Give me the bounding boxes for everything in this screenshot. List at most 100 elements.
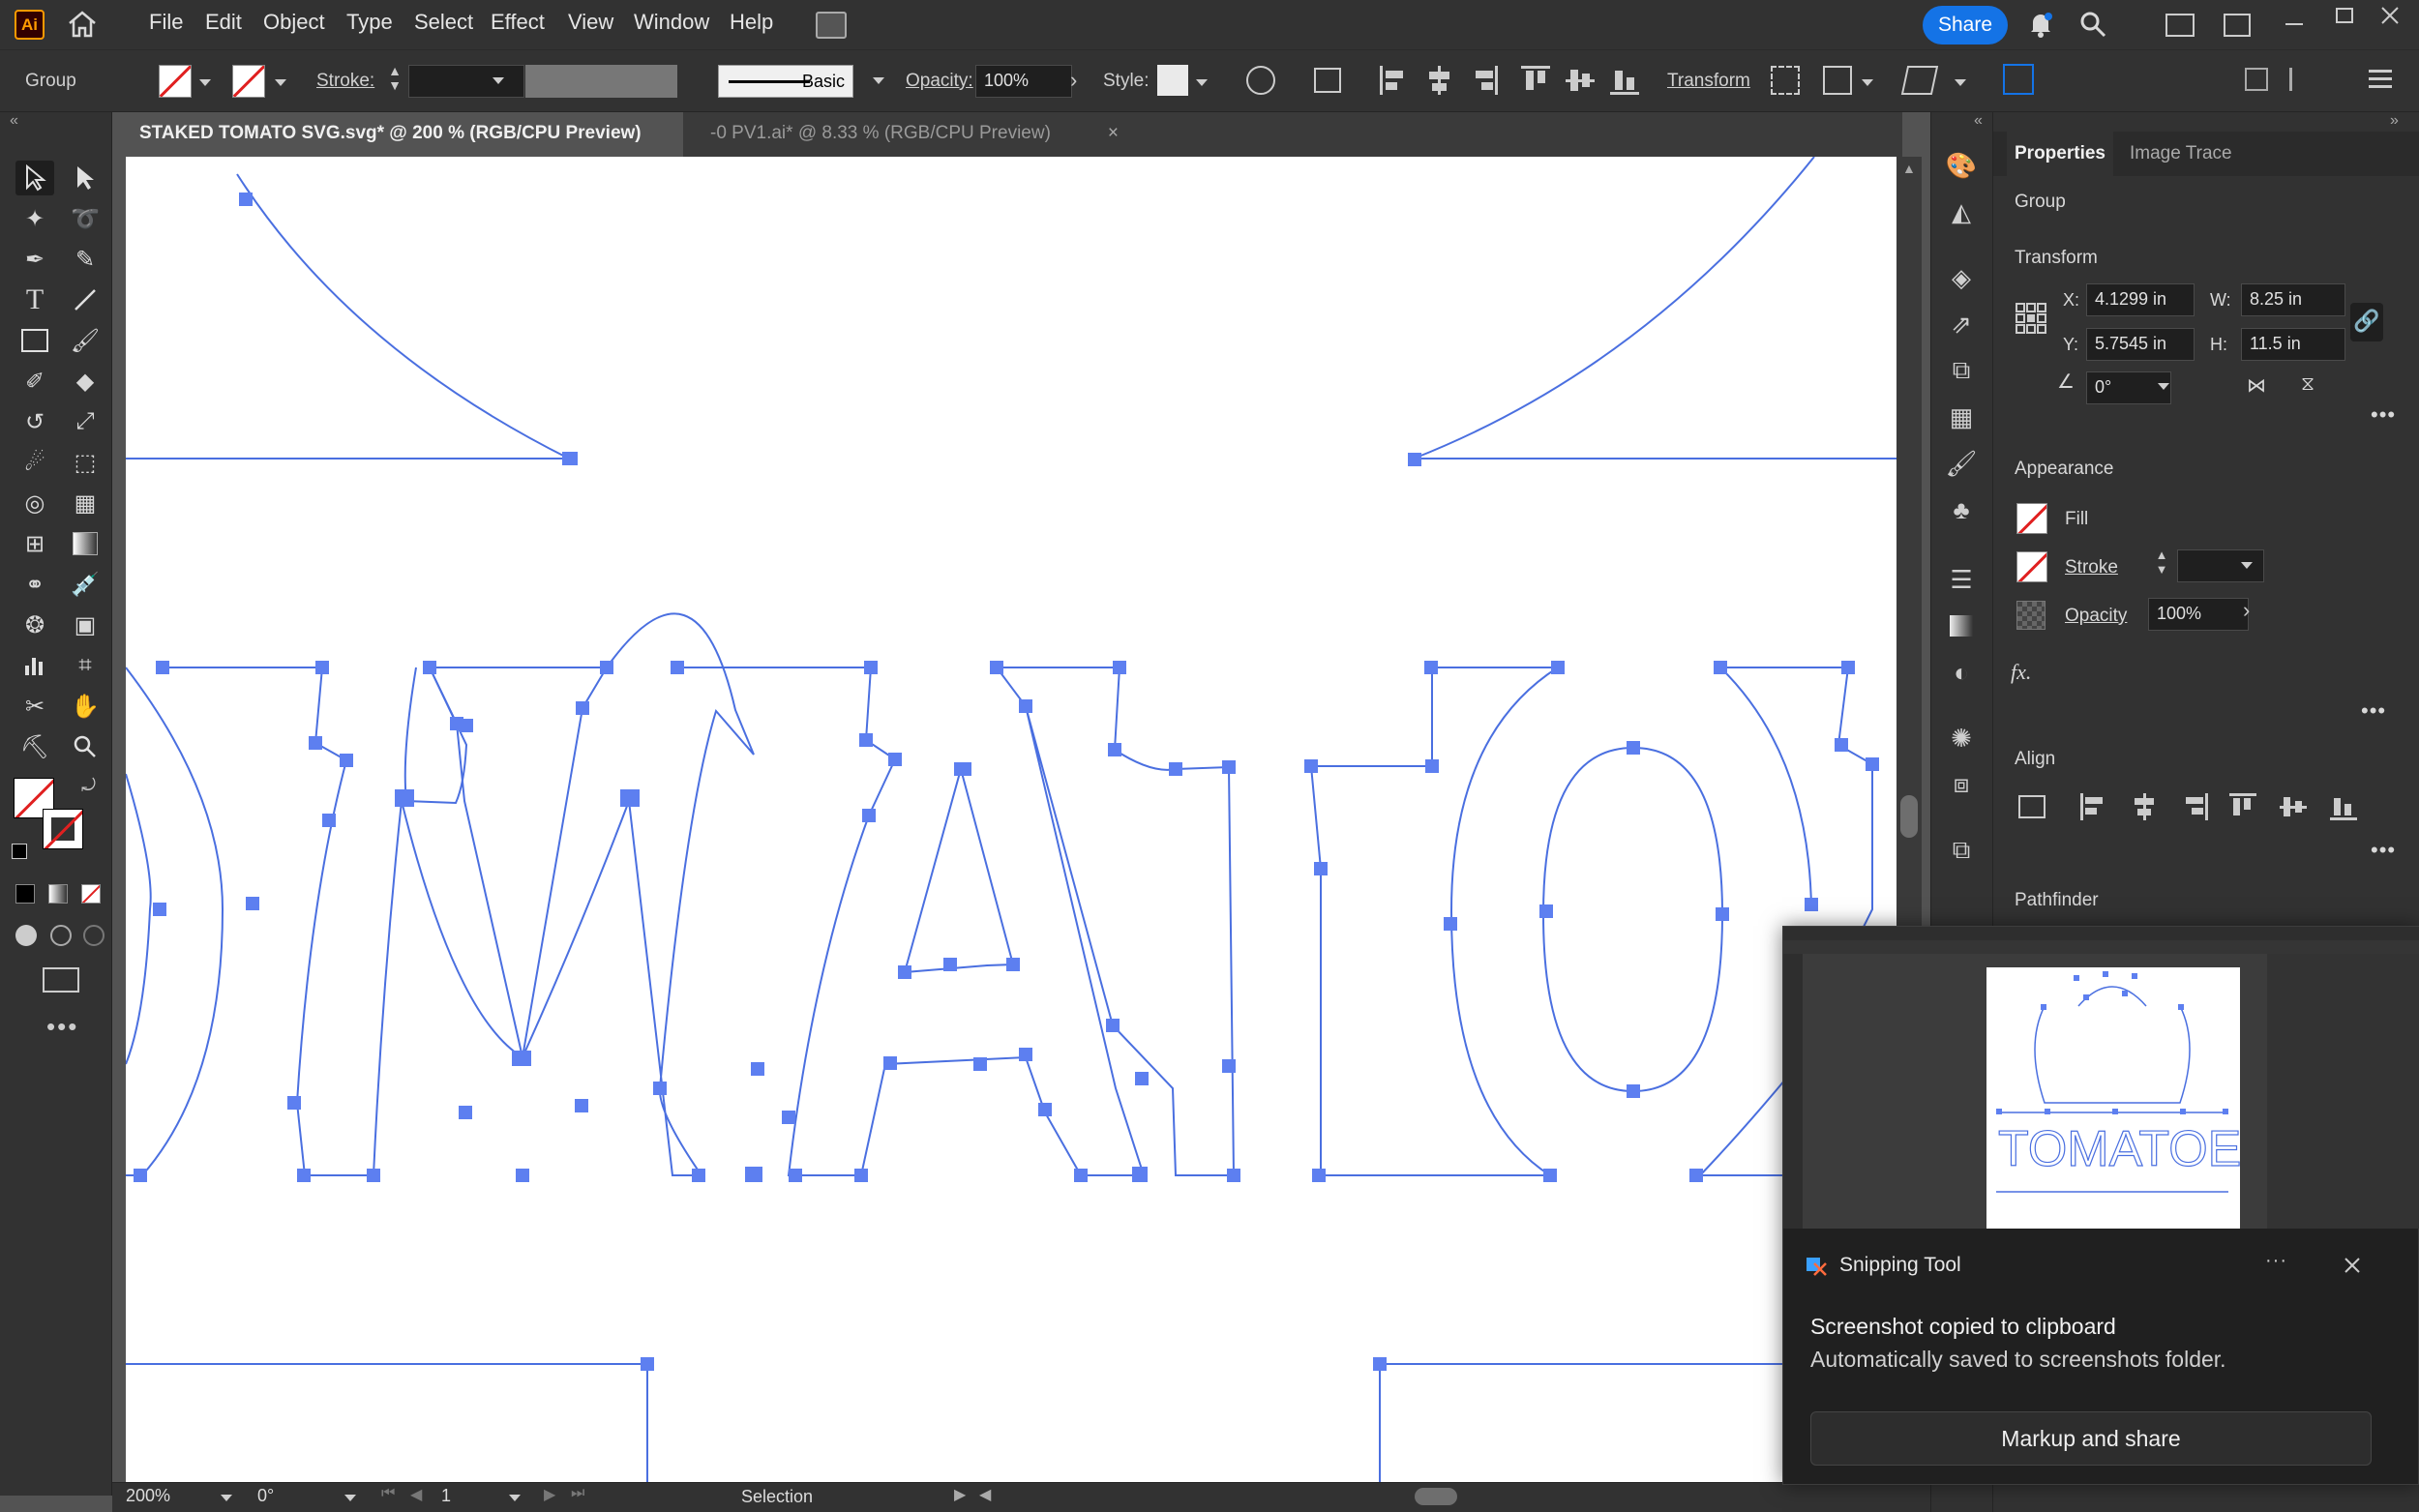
panel-align-vcenter-icon[interactable] — [2280, 793, 2307, 820]
artboard-dropdown-icon[interactable] — [509, 1495, 521, 1501]
align-more-options-icon[interactable]: ••• — [2371, 838, 2396, 863]
stroke-panel-link[interactable]: Stroke — [2065, 557, 2118, 578]
add-effect-button[interactable]: fx. — [2011, 660, 2031, 685]
appearance-opacity-expand-icon[interactable]: › — [2243, 598, 2250, 623]
panel-align-right-icon[interactable] — [2181, 793, 2208, 820]
transform-more-options-icon[interactable]: ••• — [2371, 402, 2396, 428]
menu-view[interactable]: View — [568, 10, 613, 35]
scale-tool-icon[interactable]: ⤢ — [66, 404, 105, 439]
snipping-tool-notification[interactable]: TOMATOES Snipping Tool ··· Screenshot co… — [1782, 926, 2419, 1485]
prev-artboard-icon[interactable]: ◀ — [410, 1485, 422, 1504]
draw-inside-icon[interactable] — [83, 925, 105, 946]
links-panel-icon[interactable]: ⧉ — [1945, 835, 1978, 865]
recolor-artwork-icon[interactable] — [1246, 66, 1275, 95]
fill-swatch[interactable] — [159, 65, 192, 98]
tab-staked-tomato[interactable]: STAKED TOMATO SVG.svg* @ 200 % (RGB/CPU … — [112, 112, 710, 157]
menu-window[interactable]: Window — [634, 10, 709, 35]
color-guide-icon[interactable]: ◭ — [1945, 197, 1978, 226]
horizontal-scroll-thumb[interactable] — [1415, 1488, 1457, 1505]
gradient-panel-icon[interactable] — [1945, 611, 1978, 640]
edit-toolbar-icon[interactable]: ••• — [46, 1012, 78, 1042]
stroke-weight-field[interactable] — [408, 65, 524, 98]
minimize-button[interactable] — [2284, 14, 2307, 33]
control-bar-menu-icon[interactable] — [2369, 70, 2392, 89]
pen-tool-icon[interactable]: ✒ — [15, 242, 54, 277]
menu-edit[interactable]: Edit — [205, 10, 242, 35]
shaper-tool-icon[interactable]: ✐ — [15, 364, 54, 399]
align-top-icon[interactable] — [1521, 66, 1550, 95]
notification-bell-icon[interactable] — [2026, 10, 2055, 39]
status-menu-icon[interactable]: ▶ — [954, 1485, 966, 1504]
swatches-panel-icon[interactable]: ▦ — [1945, 402, 1978, 431]
toast-more-options-icon[interactable]: ··· — [2265, 1250, 2287, 1272]
eraser-tool-icon[interactable]: ◆ — [66, 364, 105, 399]
stroke-weight-dropdown-icon[interactable] — [493, 77, 504, 84]
symbols-panel-icon[interactable]: ♣ — [1945, 495, 1978, 524]
zoom-dropdown-icon[interactable] — [221, 1495, 232, 1501]
search-icon[interactable] — [2078, 10, 2107, 39]
appearance-stroke-stepper[interactable]: ▲ ▼ — [2152, 548, 2171, 580]
toast-close-icon[interactable] — [2343, 1256, 2362, 1275]
draw-behind-icon[interactable] — [50, 925, 72, 946]
opacity-expand-icon[interactable]: › — [1070, 68, 1077, 93]
panel-layout-icon[interactable] — [2224, 14, 2251, 37]
appearance-stroke-swatch[interactable] — [2016, 551, 2047, 582]
artboard-number-field[interactable]: 1 — [441, 1486, 499, 1509]
paintbrush-tool-icon[interactable]: 🖌 — [66, 323, 105, 358]
menu-effect[interactable]: Effect — [491, 10, 545, 35]
slice-tool-icon[interactable]: ▣ — [66, 608, 105, 642]
markup-and-share-button[interactable]: Markup and share — [1810, 1411, 2372, 1466]
menu-select[interactable]: Select — [414, 10, 473, 35]
flip-horizontal-icon[interactable]: ⋈ — [2247, 373, 2266, 398]
panel-align-left-icon[interactable] — [2080, 793, 2107, 820]
curvature-tool-icon[interactable]: ✎ — [66, 242, 105, 277]
first-artboard-icon[interactable]: ⏮ — [381, 1485, 395, 1502]
default-colors-icon[interactable] — [12, 844, 27, 859]
layers-panel-icon[interactable]: ◈ — [1945, 263, 1978, 292]
artboard-canvas[interactable] — [126, 157, 1896, 1482]
stroke-weight-stepper[interactable]: ▲ ▼ — [385, 64, 404, 97]
gradient-tool-icon[interactable] — [66, 526, 105, 561]
align-to-icon[interactable] — [1314, 68, 1341, 93]
gradient-mode-icon[interactable] — [48, 884, 68, 904]
column-graph-tool-icon[interactable] — [15, 648, 54, 683]
scroll-up-icon[interactable]: ▲ — [1902, 161, 1916, 176]
opacity-checker-icon[interactable] — [2016, 601, 2046, 630]
menu-object[interactable]: Object — [263, 10, 325, 35]
fill-dropdown-icon[interactable] — [199, 79, 211, 86]
draw-normal-icon[interactable] — [15, 925, 37, 946]
artboards-panel-icon[interactable]: ⧉ — [1945, 355, 1978, 385]
graphic-styles-panel-icon[interactable]: ⧈ — [1945, 769, 1978, 799]
swap-fill-stroke-icon[interactable]: ⤾ — [81, 776, 96, 796]
arrange-documents-icon[interactable] — [816, 12, 847, 39]
maximize-button[interactable] — [2336, 8, 2353, 23]
envelope-icon[interactable] — [1900, 66, 1939, 95]
brushes-panel-icon[interactable]: 🖌 — [1945, 449, 1978, 478]
share-button[interactable]: Share — [1923, 6, 2008, 44]
tab-image-trace[interactable]: Image Trace — [2122, 132, 2240, 176]
hscroll-left-icon[interactable]: ◀ — [979, 1485, 991, 1504]
style-dropdown-icon[interactable] — [1196, 79, 1208, 86]
direct-selection-tool-icon[interactable] — [66, 161, 105, 195]
height-field[interactable]: 11.5 in — [2241, 328, 2345, 361]
tab-pv1[interactable]: -0 PV1.ai* @ 8.33 % (RGB/CPU Preview) × — [683, 112, 1126, 157]
graphic-style-swatch[interactable] — [1157, 65, 1188, 96]
panel-align-top-icon[interactable] — [2229, 793, 2256, 820]
line-tool-icon[interactable] — [66, 282, 105, 317]
rotation-dropdown-icon[interactable] — [344, 1495, 356, 1501]
workspace-switcher-icon[interactable] — [2165, 14, 2195, 37]
appearance-opacity-field[interactable]: 100% — [2148, 598, 2249, 631]
align-vcenter-icon[interactable] — [1566, 66, 1595, 95]
mesh-tool-icon[interactable]: ⊞ — [15, 526, 54, 561]
envelope-dropdown-icon[interactable] — [1955, 79, 1966, 86]
width-field[interactable]: 8.25 in — [2241, 283, 2345, 316]
angle-dropdown-icon[interactable] — [2158, 383, 2169, 390]
x-position-field[interactable]: 4.1299 in — [2086, 283, 2195, 316]
artboard-tool-icon[interactable]: ⌗ — [66, 648, 105, 683]
menu-file[interactable]: File — [149, 10, 183, 35]
panel-align-bottom-icon[interactable] — [2330, 793, 2357, 820]
shape-builder-tool-icon[interactable]: ◎ — [15, 486, 54, 520]
home-icon[interactable] — [66, 9, 99, 40]
scissors-tool-icon[interactable]: ✂ — [15, 689, 54, 724]
stroke-swatch[interactable] — [232, 65, 265, 98]
